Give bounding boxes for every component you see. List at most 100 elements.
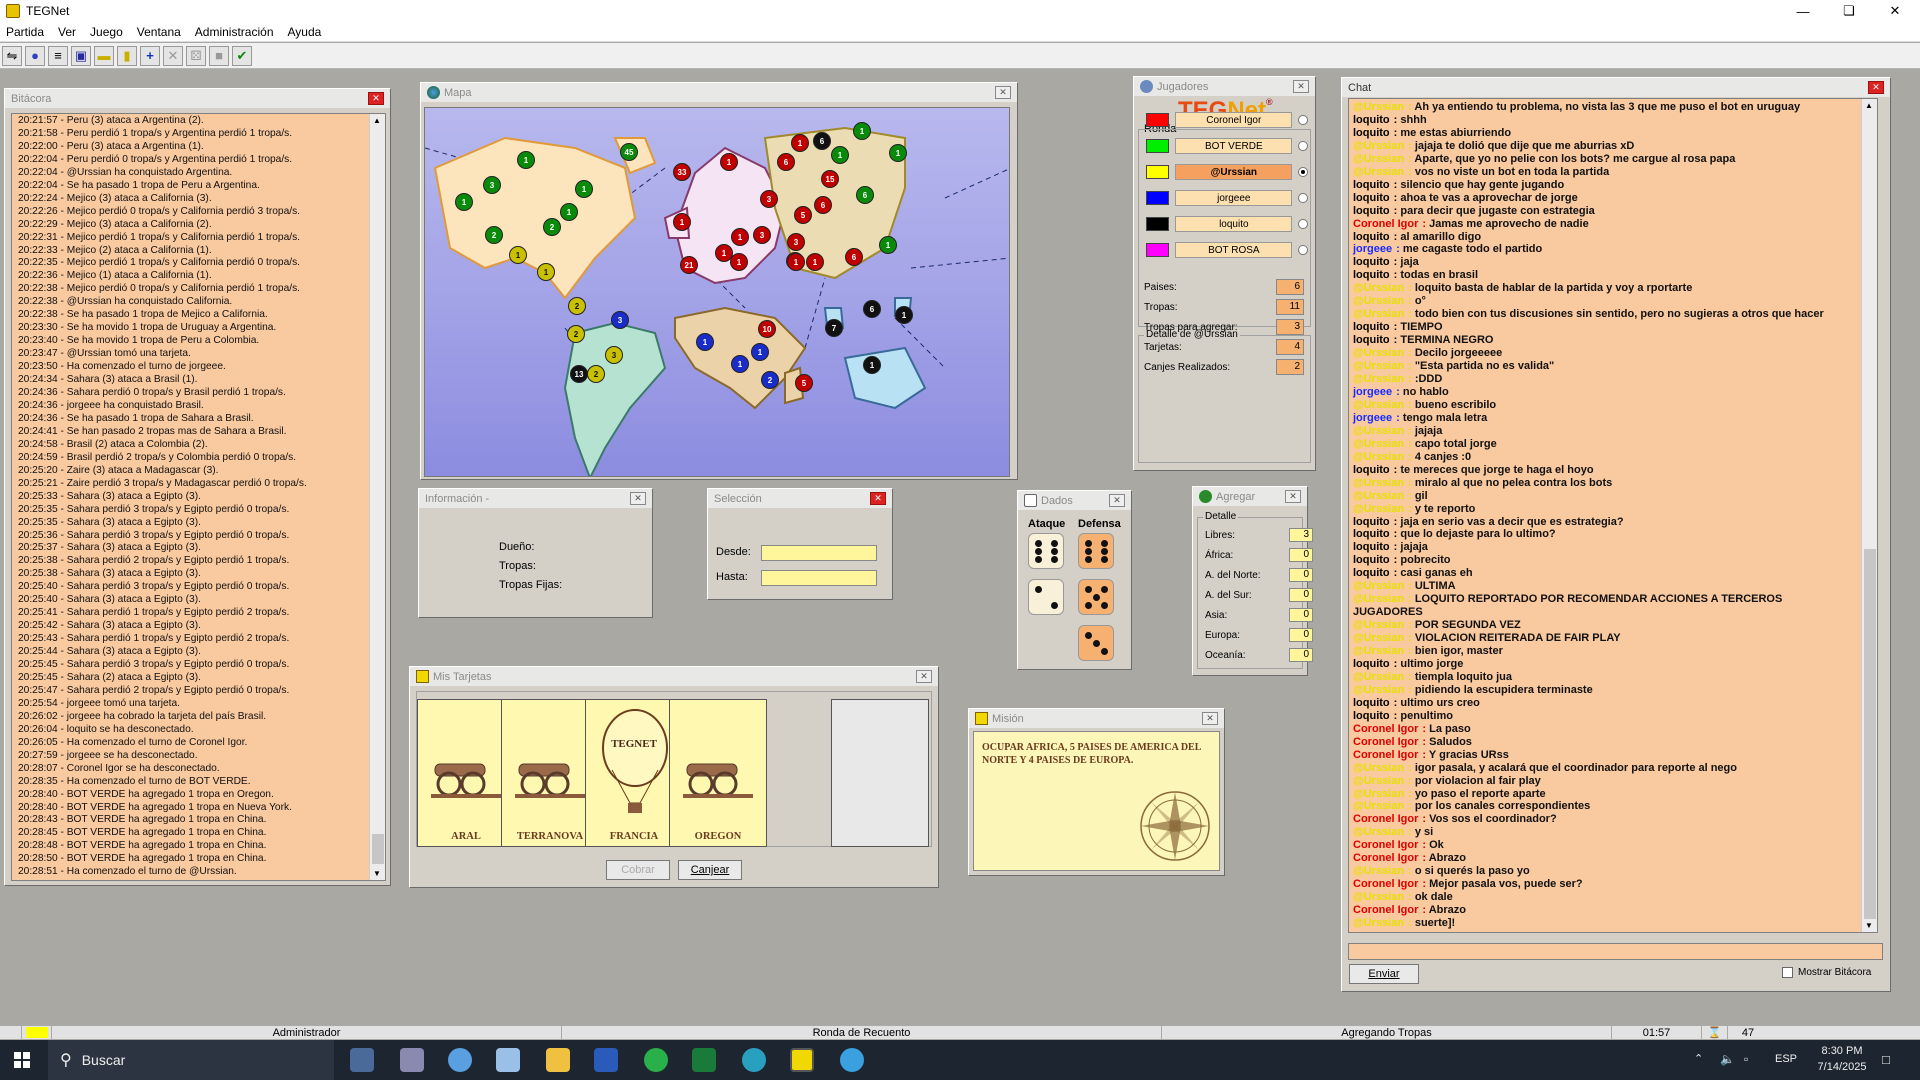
globe-icon[interactable]: ●: [25, 45, 45, 66]
country-troops-marker[interactable]: 2: [543, 218, 561, 236]
country-troops-marker[interactable]: 3: [787, 233, 805, 251]
country-troops-marker[interactable]: 1: [895, 306, 913, 324]
network-icon[interactable]: ▫: [1744, 1052, 1748, 1066]
country-troops-marker[interactable]: 21: [680, 256, 698, 274]
log-scrollbar[interactable]: ▲ ▼: [369, 114, 385, 880]
word-icon[interactable]: [594, 1048, 618, 1072]
country-troops-marker[interactable]: 3: [760, 190, 778, 208]
country-troops-marker[interactable]: 3: [753, 226, 771, 244]
close-icon[interactable]: ✕: [1285, 490, 1301, 503]
country-troops-marker[interactable]: 33: [673, 163, 691, 181]
world-map[interactable]: 1312121451133112111331161611115665311612…: [424, 107, 1010, 477]
player-row[interactable]: jorgeee: [1146, 189, 1308, 207]
minimize-button[interactable]: —: [1780, 0, 1826, 22]
country-troops-marker[interactable]: 15: [821, 170, 839, 188]
calculator-icon[interactable]: [400, 1048, 424, 1072]
agregar-value[interactable]: 0: [1289, 568, 1313, 582]
clock-date[interactable]: 7/14/2025: [1812, 1061, 1872, 1073]
cobrar-button[interactable]: Cobrar: [606, 860, 670, 880]
menu-ver[interactable]: Ver: [58, 25, 76, 39]
agregar-value[interactable]: 0: [1289, 628, 1313, 642]
player-row[interactable]: BOT ROSA: [1146, 241, 1308, 259]
close-icon[interactable]: ✕: [870, 492, 886, 505]
menu-partida[interactable]: Partida: [6, 25, 44, 39]
country-troops-marker[interactable]: 2: [761, 371, 779, 389]
country-troops-marker[interactable]: 3: [483, 176, 501, 194]
edge-icon[interactable]: [742, 1048, 766, 1072]
agregar-value[interactable]: 0: [1289, 548, 1313, 562]
country-troops-marker[interactable]: 1: [696, 333, 714, 351]
mostrar-bitacora-checkbox[interactable]: [1782, 967, 1793, 978]
player-row[interactable]: Coronel Igor: [1146, 111, 1308, 129]
app-taskbar-icon[interactable]: [840, 1048, 864, 1072]
taskbar-search[interactable]: ⚲ Buscar: [48, 1040, 334, 1080]
language-indicator[interactable]: ESP: [1775, 1053, 1797, 1065]
player-row[interactable]: loquito: [1146, 215, 1308, 233]
country-troops-marker[interactable]: 1: [787, 253, 805, 271]
country-troops-marker[interactable]: 1: [791, 134, 809, 152]
country-troops-marker[interactable]: 6: [856, 186, 874, 204]
stop-icon[interactable]: ■: [209, 45, 229, 66]
check-icon[interactable]: ✔: [232, 45, 252, 66]
country-troops-marker[interactable]: 6: [863, 300, 881, 318]
chat-scrollbar[interactable]: ▲ ▼: [1861, 99, 1877, 932]
desde-field[interactable]: [761, 545, 877, 561]
country-troops-marker[interactable]: 1: [560, 203, 578, 221]
hasta-field[interactable]: [761, 570, 877, 586]
volume-icon[interactable]: 🔈: [1720, 1052, 1735, 1066]
close-icon[interactable]: ✕: [1293, 80, 1309, 93]
country-troops-marker[interactable]: 45: [620, 143, 638, 161]
browser-icon[interactable]: [448, 1048, 472, 1072]
player-turn-radio[interactable]: [1298, 141, 1308, 151]
agregar-value[interactable]: 3: [1289, 528, 1313, 542]
country-troops-marker[interactable]: 1: [720, 153, 738, 171]
player-row[interactable]: @Urssian: [1146, 163, 1308, 181]
close-icon[interactable]: ✕: [1109, 494, 1125, 507]
country-troops-marker[interactable]: 1: [889, 144, 907, 162]
enviar-button[interactable]: Enviar: [1349, 964, 1419, 984]
menu-ayuda[interactable]: Ayuda: [288, 25, 322, 39]
country-troops-marker[interactable]: 2: [587, 365, 605, 383]
mission-icon[interactable]: ▮: [117, 45, 137, 66]
menu-ventana[interactable]: Ventana: [137, 25, 181, 39]
country-troops-marker[interactable]: 10: [758, 320, 776, 338]
scroll-thumb[interactable]: [1864, 549, 1876, 919]
windows-start-icon[interactable]: [14, 1052, 30, 1068]
close-window-button[interactable]: ✕: [1872, 0, 1918, 22]
connect-icon[interactable]: ⇋: [2, 45, 22, 66]
file-explorer-icon[interactable]: [546, 1048, 570, 1072]
country-troops-marker[interactable]: 1: [730, 253, 748, 271]
close-icon[interactable]: ✕: [1868, 81, 1884, 94]
country-troops-marker[interactable]: 1: [673, 213, 691, 231]
country-troops-marker[interactable]: 6: [814, 196, 832, 214]
country-troops-marker[interactable]: 2: [567, 325, 585, 343]
country-troops-marker[interactable]: 1: [509, 246, 527, 264]
country-troops-marker[interactable]: 7: [825, 319, 843, 337]
scroll-up-icon[interactable]: ▲: [1865, 101, 1873, 110]
scroll-up-icon[interactable]: ▲: [373, 116, 381, 125]
country-troops-marker[interactable]: 13: [570, 365, 588, 383]
agregar-value[interactable]: 0: [1289, 588, 1313, 602]
scroll-down-icon[interactable]: ▼: [373, 869, 381, 878]
country-troops-marker[interactable]: 6: [777, 153, 795, 171]
country-troops-marker[interactable]: 1: [517, 151, 535, 169]
country-troops-marker[interactable]: 1: [831, 146, 849, 164]
dice-icon[interactable]: ⚄: [186, 45, 206, 66]
close-icon[interactable]: ✕: [916, 670, 932, 683]
add-icon[interactable]: +: [140, 45, 160, 66]
country-card[interactable]: OREGON: [669, 699, 767, 847]
close-icon[interactable]: ✕: [368, 92, 384, 105]
list-icon[interactable]: ≡: [48, 45, 68, 66]
country-troops-marker[interactable]: 1: [853, 122, 871, 140]
player-turn-radio[interactable]: [1298, 245, 1308, 255]
close-icon[interactable]: ✕: [630, 492, 646, 505]
country-troops-marker[interactable]: 6: [845, 248, 863, 266]
clock-time[interactable]: 8:30 PM: [1812, 1045, 1872, 1057]
player-row[interactable]: BOT VERDE: [1146, 137, 1308, 155]
restore-button[interactable]: ❏: [1826, 0, 1872, 22]
canjear-button[interactable]: Canjear: [678, 860, 742, 880]
country-troops-marker[interactable]: 1: [751, 343, 769, 361]
country-troops-marker[interactable]: 1: [455, 193, 473, 211]
player-turn-radio[interactable]: [1298, 115, 1308, 125]
country-troops-marker[interactable]: 1: [879, 236, 897, 254]
